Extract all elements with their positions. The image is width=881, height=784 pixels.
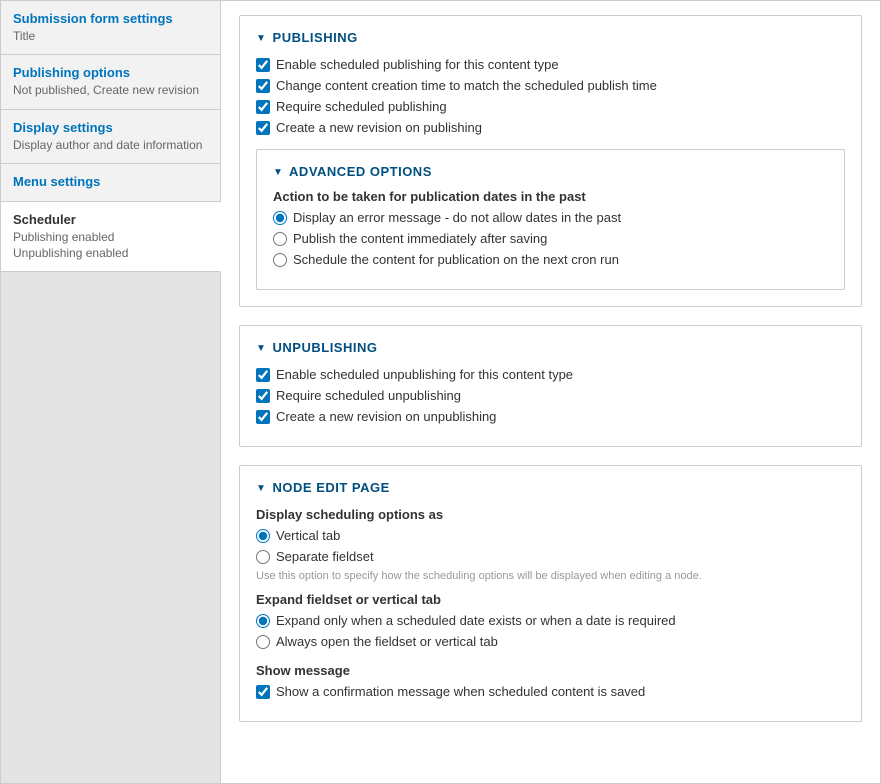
triangle-down-icon: ▼ xyxy=(256,343,266,354)
triangle-down-icon: ▼ xyxy=(256,33,266,44)
radio-past-publish-now[interactable] xyxy=(273,232,287,246)
fieldset-unpublishing: ▼ UNPUBLISHING Enable scheduled unpublis… xyxy=(239,325,862,447)
tab-content-scheduler: ▼ PUBLISHING Enable scheduled publishing… xyxy=(221,1,880,783)
checkbox-publish-enable[interactable] xyxy=(256,58,270,72)
checkbox-unpublish-require[interactable] xyxy=(256,389,270,403)
label-unpublish-revision[interactable]: Create a new revision on unpublishing xyxy=(276,409,496,424)
tab-summary: Display author and date information xyxy=(13,138,208,154)
label-publish-revision[interactable]: Create a new revision on publishing xyxy=(276,120,482,135)
label-past-action: Action to be taken for publication dates… xyxy=(273,189,828,204)
label-display-options: Display scheduling options as xyxy=(256,507,845,522)
label-unpublish-enable[interactable]: Enable scheduled unpublishing for this c… xyxy=(276,367,573,382)
radio-past-error[interactable] xyxy=(273,211,287,225)
fieldset-legend-advanced[interactable]: ▼ ADVANCED OPTIONS xyxy=(273,164,828,179)
tab-submission-form-settings[interactable]: Submission form settings Title xyxy=(1,1,220,55)
tab-menu-settings[interactable]: Menu settings xyxy=(1,164,220,202)
label-publish-touch-time[interactable]: Change content creation time to match th… xyxy=(276,78,657,93)
tab-display-settings[interactable]: Display settings Display author and date… xyxy=(1,110,220,164)
triangle-down-icon: ▼ xyxy=(256,483,266,494)
checkbox-publish-revision[interactable] xyxy=(256,121,270,135)
label-expand: Expand fieldset or vertical tab xyxy=(256,592,845,607)
tab-title: Display settings xyxy=(13,120,208,137)
tab-summary: Not published, Create new revision xyxy=(13,83,208,99)
tab-title: Scheduler xyxy=(13,212,208,229)
radio-expand-conditional[interactable] xyxy=(256,614,270,628)
tab-publishing-options[interactable]: Publishing options Not published, Create… xyxy=(1,55,220,109)
label-show-message: Show message xyxy=(256,663,845,678)
fieldset-legend-unpublishing[interactable]: ▼ UNPUBLISHING xyxy=(256,340,845,355)
label-unpublish-require[interactable]: Require scheduled unpublishing xyxy=(276,388,461,403)
label-publish-require[interactable]: Require scheduled publishing xyxy=(276,99,447,114)
label-expand-conditional[interactable]: Expand only when a scheduled date exists… xyxy=(276,613,676,628)
tab-title: Submission form settings xyxy=(13,11,208,28)
vertical-tabs-wrapper: Submission form settings Title Publishin… xyxy=(0,0,881,784)
triangle-down-icon: ▼ xyxy=(273,167,283,178)
label-expand-always[interactable]: Always open the fieldset or vertical tab xyxy=(276,634,498,649)
tab-summary: Publishing enabled Unpublishing enabled xyxy=(13,230,208,261)
legend-text: NODE EDIT PAGE xyxy=(273,480,390,495)
label-display-fieldset[interactable]: Separate fieldset xyxy=(276,549,374,564)
tab-title: Menu settings xyxy=(13,174,208,191)
checkbox-publish-require[interactable] xyxy=(256,100,270,114)
radio-display-fieldset[interactable] xyxy=(256,550,270,564)
label-show-message-cb[interactable]: Show a confirmation message when schedul… xyxy=(276,684,645,699)
hint-display-options: Use this option to specify how the sched… xyxy=(256,570,845,582)
checkbox-unpublish-revision[interactable] xyxy=(256,410,270,424)
legend-text: UNPUBLISHING xyxy=(273,340,378,355)
label-publish-enable[interactable]: Enable scheduled publishing for this con… xyxy=(276,57,559,72)
fieldset-publishing: ▼ PUBLISHING Enable scheduled publishing… xyxy=(239,15,862,307)
legend-text: PUBLISHING xyxy=(273,30,358,45)
tab-title: Publishing options xyxy=(13,65,208,82)
label-past-publish-now[interactable]: Publish the content immediately after sa… xyxy=(293,231,547,246)
checkbox-show-message[interactable] xyxy=(256,685,270,699)
tab-scheduler[interactable]: Scheduler Publishing enabled Unpublishin… xyxy=(1,202,221,272)
radio-past-schedule-cron[interactable] xyxy=(273,253,287,267)
label-past-schedule-cron[interactable]: Schedule the content for publication on … xyxy=(293,252,619,267)
radio-display-vertical-tab[interactable] xyxy=(256,529,270,543)
fieldset-advanced-options: ▼ ADVANCED OPTIONS Action to be taken fo… xyxy=(256,149,845,290)
vertical-tabs-sidebar: Submission form settings Title Publishin… xyxy=(1,1,221,783)
fieldset-node-edit-page: ▼ NODE EDIT PAGE Display scheduling opti… xyxy=(239,465,862,722)
radio-expand-always[interactable] xyxy=(256,635,270,649)
checkbox-unpublish-enable[interactable] xyxy=(256,368,270,382)
tab-summary: Title xyxy=(13,29,208,45)
checkbox-publish-touch-time[interactable] xyxy=(256,79,270,93)
label-display-vertical-tab[interactable]: Vertical tab xyxy=(276,528,340,543)
label-past-error[interactable]: Display an error message - do not allow … xyxy=(293,210,621,225)
legend-text: ADVANCED OPTIONS xyxy=(289,164,432,179)
fieldset-legend-node-edit[interactable]: ▼ NODE EDIT PAGE xyxy=(256,480,845,495)
fieldset-legend-publishing[interactable]: ▼ PUBLISHING xyxy=(256,30,845,45)
